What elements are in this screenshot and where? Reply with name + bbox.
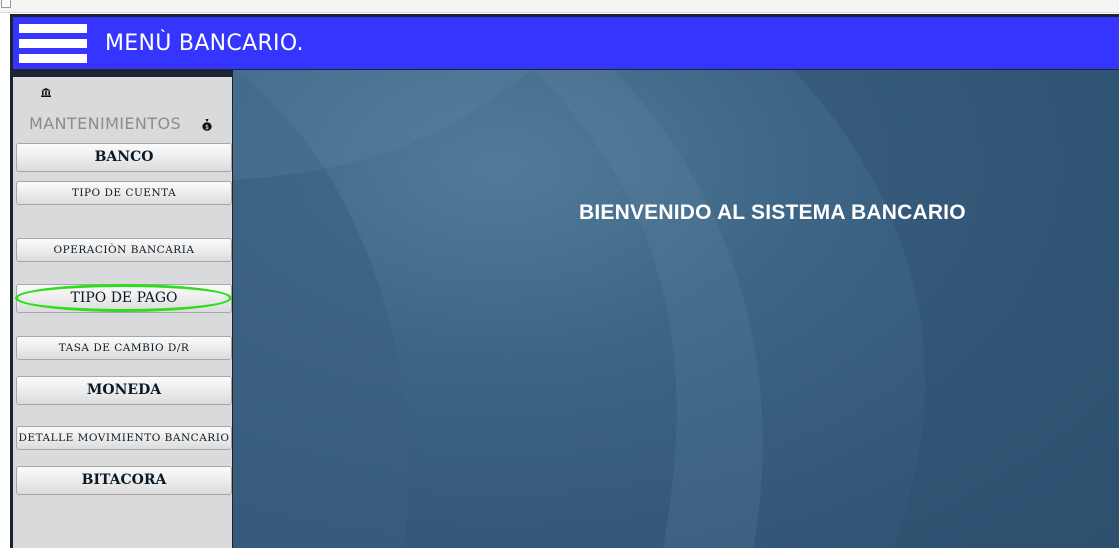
sidebar: MANTENIMIENTOS $ BANCO TIPO DE CUENTA OP… (13, 77, 233, 548)
page-icon (1, 0, 11, 8)
tipo-de-cuenta-button[interactable]: TIPO DE CUENTA (16, 181, 232, 205)
welcome-message: BIENVENIDO AL SISTEMA BANCARIO (579, 201, 966, 224)
header-bar: MENÙ BANCARIO. (13, 17, 1119, 69)
bitacora-button[interactable]: BITACORA (16, 466, 232, 495)
banco-button[interactable]: BANCO (16, 143, 232, 172)
bank-icon (41, 88, 51, 97)
detalle-movimiento-bancario-button[interactable]: DETALLE MOVIMIENTO BANCARIO (16, 426, 232, 450)
section-title-mantenimientos: MANTENIMIENTOS (29, 114, 182, 133)
moneda-button[interactable]: MONEDA (16, 376, 232, 405)
hamburger-menu-icon[interactable] (19, 23, 87, 64)
main-content: BIENVENIDO AL SISTEMA BANCARIO (233, 70, 1119, 548)
tasa-de-cambio-button[interactable]: TASA DE CAMBIO D/R (16, 336, 232, 360)
svg-text:$: $ (205, 124, 209, 131)
app-title: MENÙ BANCARIO. (105, 31, 304, 56)
tipo-de-pago-button[interactable]: TIPO DE PAGO (16, 284, 232, 313)
money-bag-icon: $ (202, 119, 212, 131)
app-window: MENÙ BANCARIO. MANTENIMIENTOS $ BANCO TI… (10, 14, 1119, 548)
browser-strip (0, 0, 1119, 13)
background-swoosh (233, 70, 1119, 548)
operacion-bancaria-button[interactable]: OPERACIÒN BANCARIA (16, 238, 232, 262)
